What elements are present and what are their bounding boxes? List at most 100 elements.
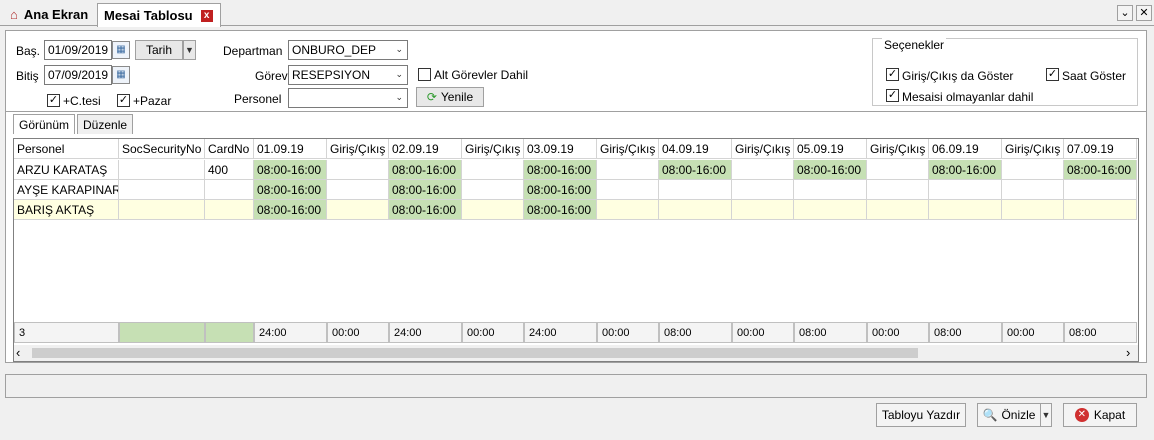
- table-cell[interactable]: [732, 160, 794, 180]
- horizontal-scrollbar[interactable]: ‹ ›: [14, 345, 1138, 361]
- table-cell[interactable]: [659, 180, 732, 200]
- column-header[interactable]: 04.09.19: [659, 139, 732, 159]
- column-header[interactable]: 01.09.19: [254, 139, 327, 159]
- table-cell[interactable]: [1064, 200, 1137, 220]
- column-header[interactable]: Giriş/Çıkış: [732, 139, 794, 159]
- window-close-button[interactable]: ✕: [1136, 5, 1152, 21]
- column-header[interactable]: 02.09.19: [389, 139, 462, 159]
- chevron-down-icon: ⌄: [395, 69, 403, 79]
- tab-view[interactable]: Görünüm: [13, 114, 76, 134]
- table-cell[interactable]: [794, 200, 867, 220]
- column-header[interactable]: 05.09.19: [794, 139, 867, 159]
- table-cell[interactable]: [867, 200, 929, 220]
- column-header[interactable]: Giriş/Çıkış: [462, 139, 524, 159]
- table-cell[interactable]: 08:00-16:00: [389, 180, 462, 200]
- refresh-button[interactable]: ⟳ Yenile: [416, 87, 484, 107]
- table-cell[interactable]: 08:00-16:00: [389, 200, 462, 220]
- window-menu-button[interactable]: ⌄: [1117, 5, 1133, 21]
- table-cell[interactable]: [462, 180, 524, 200]
- include-no-shift-checkbox[interactable]: ✓: [886, 89, 899, 102]
- calendar-icon[interactable]: ▦: [112, 66, 130, 84]
- table-cell[interactable]: [929, 180, 1002, 200]
- table-cell[interactable]: 08:00-16:00: [1064, 160, 1137, 180]
- table-cell[interactable]: 08:00-16:00: [389, 160, 462, 180]
- shift-grid[interactable]: Personel SocSecurityNo CardNo 01.09.19 Giriş…: [13, 138, 1139, 362]
- table-cell[interactable]: [597, 180, 659, 200]
- tab-mesai-tablosu[interactable]: Mesai Tablosu x: [97, 3, 221, 27]
- date-button[interactable]: Tarih: [135, 40, 183, 60]
- table-cell[interactable]: [327, 180, 389, 200]
- print-table-button[interactable]: Tabloyu Yazdır: [876, 403, 966, 427]
- table-cell[interactable]: 08:00-16:00: [524, 160, 597, 180]
- column-header[interactable]: Giriş/Çıkış: [867, 139, 929, 159]
- person-select[interactable]: ⌄: [288, 88, 408, 108]
- table-cell[interactable]: [119, 160, 205, 180]
- column-header[interactable]: Giriş/Çıkış: [597, 139, 659, 159]
- table-cell[interactable]: [732, 180, 794, 200]
- table-cell[interactable]: [1064, 180, 1137, 200]
- scroll-left-icon[interactable]: ‹: [16, 345, 20, 360]
- role-select[interactable]: RESEPSIYON ⌄: [288, 65, 408, 85]
- table-cell[interactable]: BARIŞ AKTAŞ: [14, 200, 119, 220]
- table-cell[interactable]: 08:00-16:00: [794, 160, 867, 180]
- scroll-thumb[interactable]: [32, 348, 918, 358]
- table-cell[interactable]: 08:00-16:00: [524, 200, 597, 220]
- calendar-icon[interactable]: ▦: [112, 41, 130, 59]
- show-time-checkbox[interactable]: ✓: [1046, 68, 1059, 81]
- table-cell[interactable]: 08:00-16:00: [254, 200, 327, 220]
- preview-button[interactable]: 🔍 Önizle: [977, 403, 1041, 427]
- table-cell[interactable]: ARZU KARATAŞ: [14, 160, 119, 180]
- table-cell[interactable]: [119, 200, 205, 220]
- table-cell[interactable]: [929, 200, 1002, 220]
- date-dropdown-arrow[interactable]: ▼: [183, 40, 196, 60]
- chevron-down-icon: ⌄: [395, 44, 403, 54]
- table-cell[interactable]: [119, 180, 205, 200]
- column-header[interactable]: 03.09.19: [524, 139, 597, 159]
- table-cell[interactable]: [205, 180, 254, 200]
- table-cell[interactable]: [659, 200, 732, 220]
- table-cell[interactable]: [462, 200, 524, 220]
- table-cell[interactable]: 08:00-16:00: [929, 160, 1002, 180]
- column-header[interactable]: CardNo: [205, 139, 254, 159]
- tab-ana-ekran[interactable]: ⌂ Ana Ekran: [4, 3, 94, 26]
- column-header[interactable]: Personel: [14, 139, 119, 159]
- table-cell[interactable]: [794, 180, 867, 200]
- table-cell[interactable]: [1002, 200, 1064, 220]
- column-header[interactable]: 06.09.19: [929, 139, 1002, 159]
- table-cell[interactable]: 08:00-16:00: [254, 160, 327, 180]
- table-cell[interactable]: [867, 160, 929, 180]
- sub-roles-checkbox[interactable]: [418, 68, 431, 81]
- table-cell[interactable]: [732, 200, 794, 220]
- table-cell[interactable]: [1002, 180, 1064, 200]
- preview-dropdown-arrow[interactable]: ▼: [1040, 403, 1052, 427]
- table-cell[interactable]: [1002, 160, 1064, 180]
- table-cell[interactable]: 08:00-16:00: [254, 180, 327, 200]
- show-inout-checkbox[interactable]: ✓: [886, 68, 899, 81]
- column-header[interactable]: Giriş/Çıkış: [327, 139, 389, 159]
- table-cell[interactable]: 400: [205, 160, 254, 180]
- close-tab-icon[interactable]: x: [200, 9, 213, 22]
- table-cell[interactable]: [327, 160, 389, 180]
- table-cell[interactable]: [462, 160, 524, 180]
- table-cell[interactable]: 08:00-16:00: [659, 160, 732, 180]
- column-header[interactable]: Giriş/Çıkış: [1002, 139, 1064, 159]
- table-cell[interactable]: AYŞE KARAPINAR: [14, 180, 119, 200]
- table-cell[interactable]: [327, 200, 389, 220]
- department-select[interactable]: ONBURO_DEP ⌄: [288, 40, 408, 60]
- column-header[interactable]: 07.09.19: [1064, 139, 1137, 159]
- table-cell[interactable]: [867, 180, 929, 200]
- divider: [6, 111, 1146, 112]
- table-cell[interactable]: [597, 160, 659, 180]
- tab-edit[interactable]: Düzenle: [77, 114, 134, 134]
- tab-label: Ana Ekran: [23, 7, 89, 22]
- table-cell[interactable]: [597, 200, 659, 220]
- column-header[interactable]: SocSecurityNo: [119, 139, 205, 159]
- saturday-checkbox[interactable]: ✓: [47, 94, 60, 107]
- table-cell[interactable]: [205, 200, 254, 220]
- close-button[interactable]: ✕ Kapat: [1063, 403, 1137, 427]
- scroll-right-icon[interactable]: ›: [1126, 345, 1130, 360]
- sunday-checkbox[interactable]: ✓: [117, 94, 130, 107]
- start-date-field[interactable]: 01/09/2019: [44, 40, 112, 60]
- end-date-field[interactable]: 07/09/2019: [44, 65, 112, 85]
- table-cell[interactable]: 08:00-16:00: [524, 180, 597, 200]
